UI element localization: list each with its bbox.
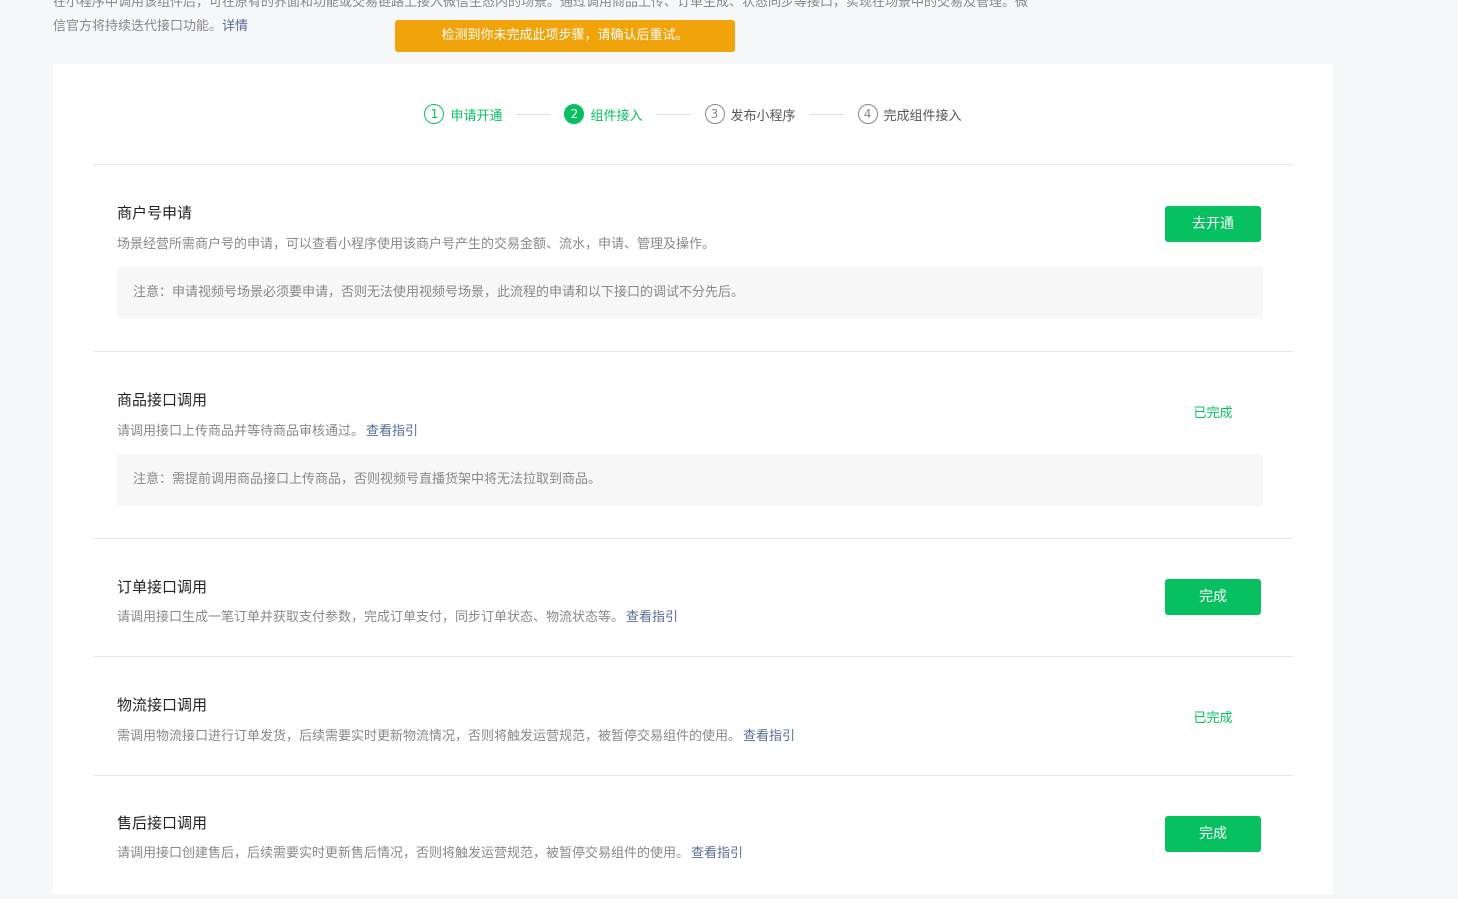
section-product-api: 商品接口调用 请调用接口上传商品并等待商品审核通过。 查看指引 注意：需提前调用商… <box>93 352 1293 539</box>
complete-button[interactable]: 完成 <box>1165 816 1261 852</box>
view-guide-link[interactable]: 查看指引 <box>366 424 418 439</box>
step-3-number: 3 <box>704 104 725 124</box>
section-after-sales-api: 售后接口调用 请调用接口创建售后，后续需要实时更新售后情况，否则将触发运营规范，… <box>93 776 1293 894</box>
section-description-text: 请调用接口生成一笔订单并获取支付参数，完成订单支付，同步订单状态、物流状态等。 <box>117 610 625 625</box>
completed-status: 已完成 <box>1193 406 1233 421</box>
step-1-label: 申请开通 <box>450 108 503 124</box>
section-logistics-api: 物流接口调用 需调用物流接口进行订单发货，后续需要实时更新物流情况，否则将触发运… <box>93 657 1293 776</box>
warning-toast: 检测到你未完成此项步骤，请确认后重试。 <box>395 20 735 52</box>
section-description-text: 需调用物流接口进行订单发货，后续需要实时更新物流情况，否则将触发运营规范，被暂停… <box>117 729 742 744</box>
step-separator <box>656 113 691 115</box>
view-guide-link[interactable]: 查看指引 <box>743 729 795 744</box>
step-3: 3 发布小程序 <box>704 104 796 124</box>
step-2: 2 组件接入 <box>564 104 643 124</box>
step-4-label: 完成组件接入 <box>883 108 962 124</box>
completed-status: 已完成 <box>1193 711 1233 726</box>
section-description-text: 请调用接口创建售后，后续需要实时更新售后情况，否则将触发运营规范，被暂停交易组件… <box>117 846 690 861</box>
section-description-text: 请调用接口上传商品并等待商品审核通过。 <box>117 424 365 439</box>
section-title: 商品接口调用 <box>117 391 208 409</box>
intro-details-link[interactable]: 详情 <box>222 19 248 34</box>
section-title: 订单接口调用 <box>117 578 208 596</box>
step-4: 4 完成组件接入 <box>857 104 962 124</box>
main-card: 1 申请开通 2 组件接入 3 发布小程序 4 完成组件接入 商户号申请 场景经… <box>53 64 1333 894</box>
section-note: 注意：申请视频号场景必须要申请，否则无法使用视频号场景，此流程的申请和以下接口的… <box>117 267 1263 319</box>
section-title: 售后接口调用 <box>117 814 208 832</box>
step-1: 1 申请开通 <box>424 104 502 124</box>
step-indicator: 1 申请开通 2 组件接入 3 发布小程序 4 完成组件接入 <box>53 102 1333 126</box>
section-note: 注意：需提前调用商品接口上传商品，否则视频号直播货架中将无法拉取到商品。 <box>117 454 1263 506</box>
step-1-number: 1 <box>424 104 445 124</box>
section-description: 请调用接口上传商品并等待商品审核通过。 查看指引 <box>117 420 418 439</box>
section-order-api: 订单接口调用 请调用接口生成一笔订单并获取支付参数，完成订单支付，同步订单状态、… <box>93 539 1293 657</box>
step-3-label: 发布小程序 <box>730 108 796 124</box>
intro-line-2-text: 信官方将持续迭代接口功能。 <box>53 19 223 34</box>
section-merchant-account: 商户号申请 场景经营所需商户号的申请，可以查看小程序使用该商户号产生的交易金额、… <box>93 165 1293 352</box>
section-title: 物流接口调用 <box>117 696 208 714</box>
section-title: 商户号申请 <box>117 204 193 222</box>
step-separator <box>809 113 844 115</box>
view-guide-link[interactable]: 查看指引 <box>691 846 743 861</box>
view-guide-link[interactable]: 查看指引 <box>626 610 678 625</box>
section-description: 需调用物流接口进行订单发货，后续需要实时更新物流情况，否则将触发运营规范，被暂停… <box>117 725 795 744</box>
intro-line-1: 在小程序中调用该组件后，可在原有的界面和功能或交易链路上接入微信生态内的场景。通… <box>53 0 1029 10</box>
step-2-label: 组件接入 <box>590 108 643 124</box>
step-4-number: 4 <box>857 104 878 124</box>
section-description: 请调用接口生成一笔订单并获取支付参数，完成订单支付，同步订单状态、物流状态等。查… <box>117 606 678 625</box>
section-description: 场景经营所需商户号的申请，可以查看小程序使用该商户号产生的交易金额、流水，申请、… <box>117 237 716 252</box>
complete-button[interactable]: 完成 <box>1165 579 1261 615</box>
step-2-number: 2 <box>564 104 585 124</box>
open-account-button[interactable]: 去开通 <box>1165 206 1261 242</box>
step-separator <box>516 113 551 115</box>
section-description: 请调用接口创建售后，后续需要实时更新售后情况，否则将触发运营规范，被暂停交易组件… <box>117 842 743 861</box>
